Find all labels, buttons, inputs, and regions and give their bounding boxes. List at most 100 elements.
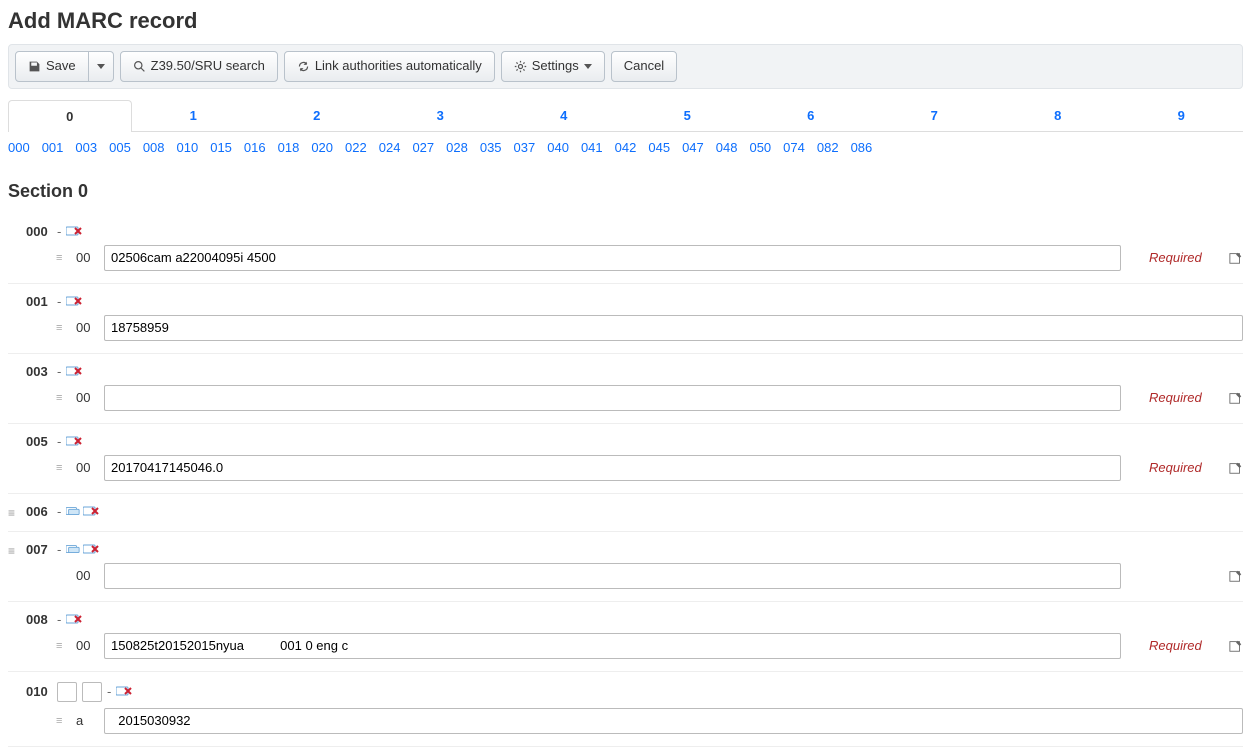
drag-handle-icon[interactable]: ≡ — [56, 715, 62, 727]
tag-link-003[interactable]: 003 — [75, 140, 97, 155]
tag-link-000[interactable]: 000 — [8, 140, 30, 155]
tab-section-4[interactable]: 4 — [502, 99, 626, 131]
save-dropdown-toggle[interactable] — [89, 51, 114, 82]
tag-link-041[interactable]: 041 — [581, 140, 603, 155]
drag-handle-icon[interactable]: ≡ — [56, 462, 62, 474]
link-auth-label: Link authorities automatically — [315, 58, 482, 75]
edit-subfield-icon[interactable] — [1229, 391, 1243, 405]
drag-handle-icon[interactable]: ≡ — [56, 322, 62, 334]
subfield-code: 00 — [76, 460, 94, 475]
tab-section-8[interactable]: 8 — [996, 99, 1120, 131]
tag-link-022[interactable]: 022 — [345, 140, 367, 155]
tag-dash: - — [57, 542, 61, 557]
tab-section-2[interactable]: 2 — [255, 99, 379, 131]
edit-subfield-icon[interactable] — [1229, 639, 1243, 653]
tag-link-018[interactable]: 018 — [278, 140, 300, 155]
gear-icon — [514, 60, 527, 73]
subfield-value-input[interactable] — [104, 315, 1243, 341]
tag-actions — [66, 542, 99, 557]
save-button[interactable]: Save — [15, 51, 89, 82]
field-001: 001- ≡00 — [8, 284, 1243, 354]
tag-link-010[interactable]: 010 — [177, 140, 199, 155]
required-label: Required — [1149, 460, 1211, 475]
settings-button[interactable]: Settings — [501, 51, 605, 82]
tag-link-005[interactable]: 005 — [109, 140, 131, 155]
tag-header: 007- — [26, 542, 1243, 557]
delete-tag-icon[interactable] — [66, 612, 82, 627]
subfield-value-input[interactable] — [104, 708, 1243, 734]
drag-handle-icon[interactable]: ≡ — [56, 640, 62, 652]
indicator-1[interactable] — [57, 682, 77, 702]
tab-section-9[interactable]: 9 — [1120, 99, 1244, 131]
tag-link-048[interactable]: 048 — [716, 140, 738, 155]
tag-link-037[interactable]: 037 — [514, 140, 536, 155]
tag-link-024[interactable]: 024 — [379, 140, 401, 155]
link-authorities-button[interactable]: Link authorities automatically — [284, 51, 495, 82]
drag-handle-icon[interactable]: ≡ — [8, 506, 15, 520]
toolbar: Save Z39.50/SRU search Link authorities … — [8, 44, 1243, 89]
subfield-row: ≡a — [56, 708, 1243, 734]
drag-handle-icon[interactable]: ≡ — [56, 392, 62, 404]
tag-link-016[interactable]: 016 — [244, 140, 266, 155]
tab-section-7[interactable]: 7 — [873, 99, 997, 131]
subfield-value-input[interactable] — [104, 385, 1121, 411]
tab-section-0[interactable]: 0 — [8, 100, 132, 132]
delete-tag-icon[interactable] — [83, 542, 99, 557]
tag-link-027[interactable]: 027 — [412, 140, 434, 155]
subfield-value-input[interactable] — [104, 633, 1121, 659]
tab-section-6[interactable]: 6 — [749, 99, 873, 131]
tag-dash: - — [57, 434, 61, 449]
tag-number: 006 — [26, 504, 52, 519]
tag-number: 003 — [26, 364, 52, 379]
cancel-button[interactable]: Cancel — [611, 51, 677, 82]
tag-link-015[interactable]: 015 — [210, 140, 232, 155]
edit-subfield-icon[interactable] — [1229, 251, 1243, 265]
delete-tag-icon[interactable] — [83, 504, 99, 519]
tag-link-050[interactable]: 050 — [749, 140, 771, 155]
tag-link-001[interactable]: 001 — [42, 140, 64, 155]
indicator-2[interactable] — [82, 682, 102, 702]
tab-section-1[interactable]: 1 — [132, 99, 256, 131]
page-title: Add MARC record — [8, 8, 1243, 34]
delete-tag-icon[interactable] — [66, 364, 82, 379]
tag-link-035[interactable]: 035 — [480, 140, 502, 155]
delete-tag-icon[interactable] — [66, 294, 82, 309]
delete-tag-icon[interactable] — [66, 224, 82, 239]
tag-dash: - — [57, 224, 61, 239]
delete-tag-icon[interactable] — [116, 684, 132, 699]
subfield-code: 00 — [76, 390, 94, 405]
tag-link-082[interactable]: 082 — [817, 140, 839, 155]
tag-shortcuts: 000 001 003 005 008 010 015 016 018 020 022 024 027 0… — [8, 132, 1243, 163]
subfield-value-input[interactable] — [104, 455, 1121, 481]
repeat-tag-icon[interactable] — [66, 504, 80, 519]
tag-link-040[interactable]: 040 — [547, 140, 569, 155]
subfield-value-input[interactable] — [104, 245, 1121, 271]
tag-link-028[interactable]: 028 — [446, 140, 468, 155]
tag-link-045[interactable]: 045 — [648, 140, 670, 155]
tag-link-047[interactable]: 047 — [682, 140, 704, 155]
tag-header: 006- — [26, 504, 1243, 519]
repeat-tag-icon[interactable] — [66, 542, 80, 557]
tag-link-042[interactable]: 042 — [615, 140, 637, 155]
drag-handle-icon[interactable]: ≡ — [56, 252, 62, 264]
tag-header: 010- — [26, 682, 1243, 702]
edit-subfield-icon[interactable] — [1229, 461, 1243, 475]
subfield-value-input[interactable] — [104, 563, 1121, 589]
caret-down-icon — [97, 64, 105, 69]
tag-header: 001- — [26, 294, 1243, 309]
tag-link-008[interactable]: 008 — [143, 140, 165, 155]
tag-link-086[interactable]: 086 — [851, 140, 873, 155]
tab-section-5[interactable]: 5 — [626, 99, 750, 131]
tab-section-3[interactable]: 3 — [379, 99, 503, 131]
save-icon — [28, 60, 41, 73]
field-006: ≡ 006- — [8, 494, 1243, 532]
tag-link-020[interactable]: 020 — [311, 140, 333, 155]
section-title: Section 0 — [8, 181, 1243, 202]
edit-subfield-icon[interactable] — [1229, 569, 1243, 583]
drag-handle-icon[interactable]: ≡ — [8, 544, 15, 558]
subfield-row: ≡00 — [56, 315, 1243, 341]
tag-link-074[interactable]: 074 — [783, 140, 805, 155]
delete-tag-icon[interactable] — [66, 434, 82, 449]
z3950-search-button[interactable]: Z39.50/SRU search — [120, 51, 278, 82]
tag-actions — [66, 224, 82, 239]
